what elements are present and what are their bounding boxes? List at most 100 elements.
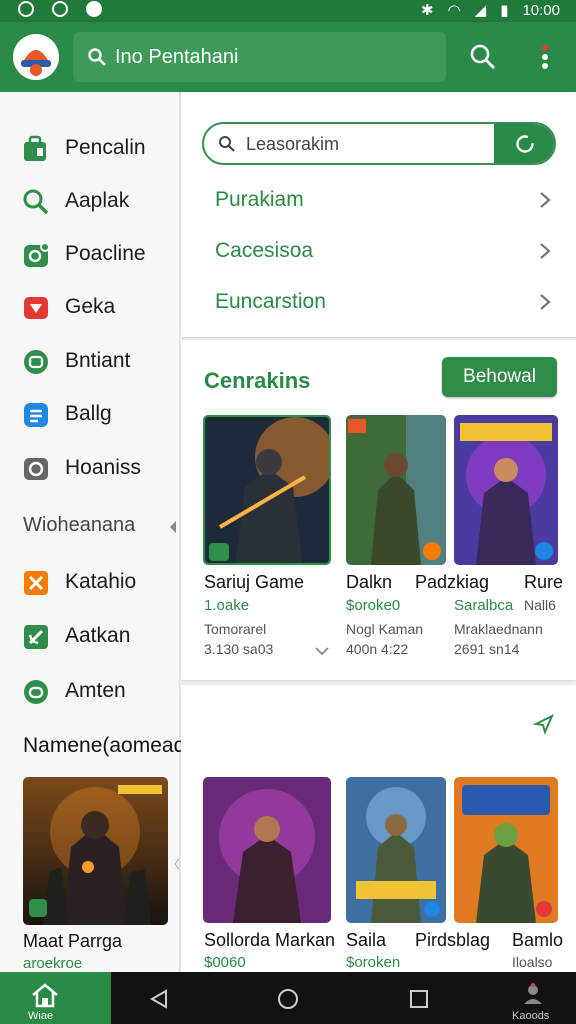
drawer-item-aaplak[interactable]: Aaplak (0, 179, 180, 223)
section-title: Cenrakins (204, 368, 311, 393)
nav-home-button[interactable]: Wiae (0, 972, 111, 1024)
tools-icon (24, 571, 48, 595)
profile-icon (524, 983, 542, 1004)
more-options-icon[interactable] (530, 42, 560, 72)
category-row-purakiam[interactable]: Purakiam (215, 180, 555, 220)
game-price: $oroken (346, 954, 401, 971)
search-icon (219, 136, 235, 152)
category-label: Purakiam (215, 188, 304, 211)
collapse-arrow-icon[interactable] (168, 520, 178, 534)
drawer-item-katahio[interactable]: Katahio (0, 560, 180, 604)
sync-icon (52, 1, 68, 17)
drawer-item-amten[interactable]: Amten (0, 669, 180, 713)
drawer-feature-image[interactable] (23, 777, 168, 925)
chevron-right-icon (540, 243, 551, 259)
message-icon (24, 242, 50, 267)
category-label: Cacesisoa (215, 239, 314, 262)
chevron-down-icon[interactable] (315, 646, 329, 656)
app-logo[interactable] (13, 34, 59, 80)
side-drawer: Pencalin Aaplak Poacline Geka Bntiant Ba… (0, 92, 185, 972)
drawer-item-label: Pencalin (65, 136, 146, 159)
drawer-item-label: Katahio (65, 570, 137, 593)
game-meta: Nogl Kaman (346, 621, 424, 637)
game-price: 1.oake (204, 597, 250, 614)
drawer-item-label: Aaplak (65, 189, 130, 212)
game-card-image[interactable] (454, 777, 558, 923)
drawer-item-bntiant[interactable]: Bntiant (0, 339, 180, 383)
game-price: $0060 (204, 954, 246, 971)
drawer-item-pencalin[interactable]: Pencalin (0, 126, 180, 170)
drawer-section-title: Wioheanana (23, 514, 136, 536)
drawer-item-label: Amten (65, 679, 126, 702)
game-card-image[interactable] (454, 415, 558, 565)
chat-icon (24, 680, 48, 704)
drawer-item-geka[interactable]: Geka (0, 285, 180, 329)
drawer-item-label: Poacline (65, 242, 146, 265)
app-bar: Ino Pentahani (0, 22, 576, 92)
chevron-right-icon (540, 192, 551, 208)
send-icon[interactable] (533, 713, 555, 735)
game-meta: Tomorarel (204, 621, 267, 637)
drawer-feature-title: Maat Parrga (23, 931, 123, 951)
main-content: Leasorakim Purakiam Cacesisoa Euncarstio… (181, 92, 576, 972)
list-icon (24, 403, 48, 427)
info-icon (86, 1, 102, 17)
top-search-field[interactable]: Ino Pentahani (73, 32, 446, 82)
search-icon (23, 189, 49, 215)
view-all-button[interactable]: Behowal (442, 357, 557, 397)
drawer-item-ballg[interactable]: Ballg (0, 392, 180, 436)
battery-icon: ▮ (500, 2, 509, 19)
drawer-item-label: Ballg (65, 402, 112, 425)
scroll-arrow-icon[interactable] (174, 858, 180, 870)
game-card-image[interactable] (346, 415, 446, 565)
game-meta: 400n 4:22 (346, 641, 409, 657)
category-row-cacesisoa[interactable]: Cacesisoa (215, 231, 555, 271)
home-circle-icon[interactable] (277, 988, 299, 1010)
category-label: Euncarstion (215, 290, 326, 313)
clock-time: 10:00 (522, 1, 560, 19)
game-card-image[interactable] (203, 415, 331, 565)
search-button-icon[interactable] (468, 42, 498, 72)
wifi-icon: ◠ (447, 2, 461, 19)
game-title: Padzkiag (415, 572, 490, 592)
game-title: Sariuj Game (204, 572, 305, 592)
nav-profile-label: Kaoods (512, 1010, 550, 1022)
home-icon (32, 983, 58, 1008)
game-meta: Iloalso (512, 954, 553, 970)
content-search-input[interactable]: Leasorakim (202, 122, 556, 165)
game-meta: Nall6 (524, 597, 556, 613)
game-title: Pirdsblag (415, 930, 491, 950)
drawer-item-aatkan[interactable]: Aatkan (0, 614, 180, 658)
video-icon (24, 297, 48, 319)
game-meta: 3.130 sa03 (204, 641, 274, 657)
game-card-image[interactable] (346, 777, 446, 923)
game-title: Rure (524, 572, 564, 592)
back-icon[interactable] (148, 988, 170, 1010)
status-bar: ✱ ◠ ◢ ▮ 10:00 (0, 0, 576, 22)
signal-icon: ◢ (474, 2, 487, 19)
game-icon (24, 350, 48, 374)
store-icon (24, 135, 46, 161)
navigation-bar: Wiae Kaoods (0, 972, 576, 1024)
search-submit-button[interactable] (494, 124, 554, 163)
recents-icon[interactable] (408, 988, 430, 1010)
game-price: $oroke0 (346, 597, 401, 614)
drawer-item-poacline[interactable]: Poacline (0, 232, 180, 276)
chevron-right-icon (540, 294, 551, 310)
refresh-icon (516, 135, 534, 153)
game-title: Dalkn (346, 572, 393, 592)
camera-icon (24, 458, 48, 480)
drawer-item-hoaniss[interactable]: Hoaniss (0, 446, 180, 490)
game-title: Saila (346, 930, 387, 950)
search-panel: Leasorakim Purakiam Cacesisoa Euncarstio… (181, 92, 576, 337)
drawer-section-title: Namene(aomead (23, 734, 186, 757)
bluetooth-icon: ✱ (420, 2, 434, 19)
search-icon (88, 48, 106, 66)
game-title: Bamlo (512, 930, 564, 950)
game-card-image[interactable] (203, 777, 331, 923)
category-row-euncarstion[interactable]: Euncarstion (215, 282, 555, 322)
nav-home-label: Wiae (28, 1010, 54, 1022)
featured-section: Cenrakins Behowal Sariuj Game 1.oake Tom… (181, 340, 576, 680)
drawer-feature-subtitle: aroekroe (23, 955, 83, 972)
drawer-item-label: Geka (65, 295, 116, 318)
